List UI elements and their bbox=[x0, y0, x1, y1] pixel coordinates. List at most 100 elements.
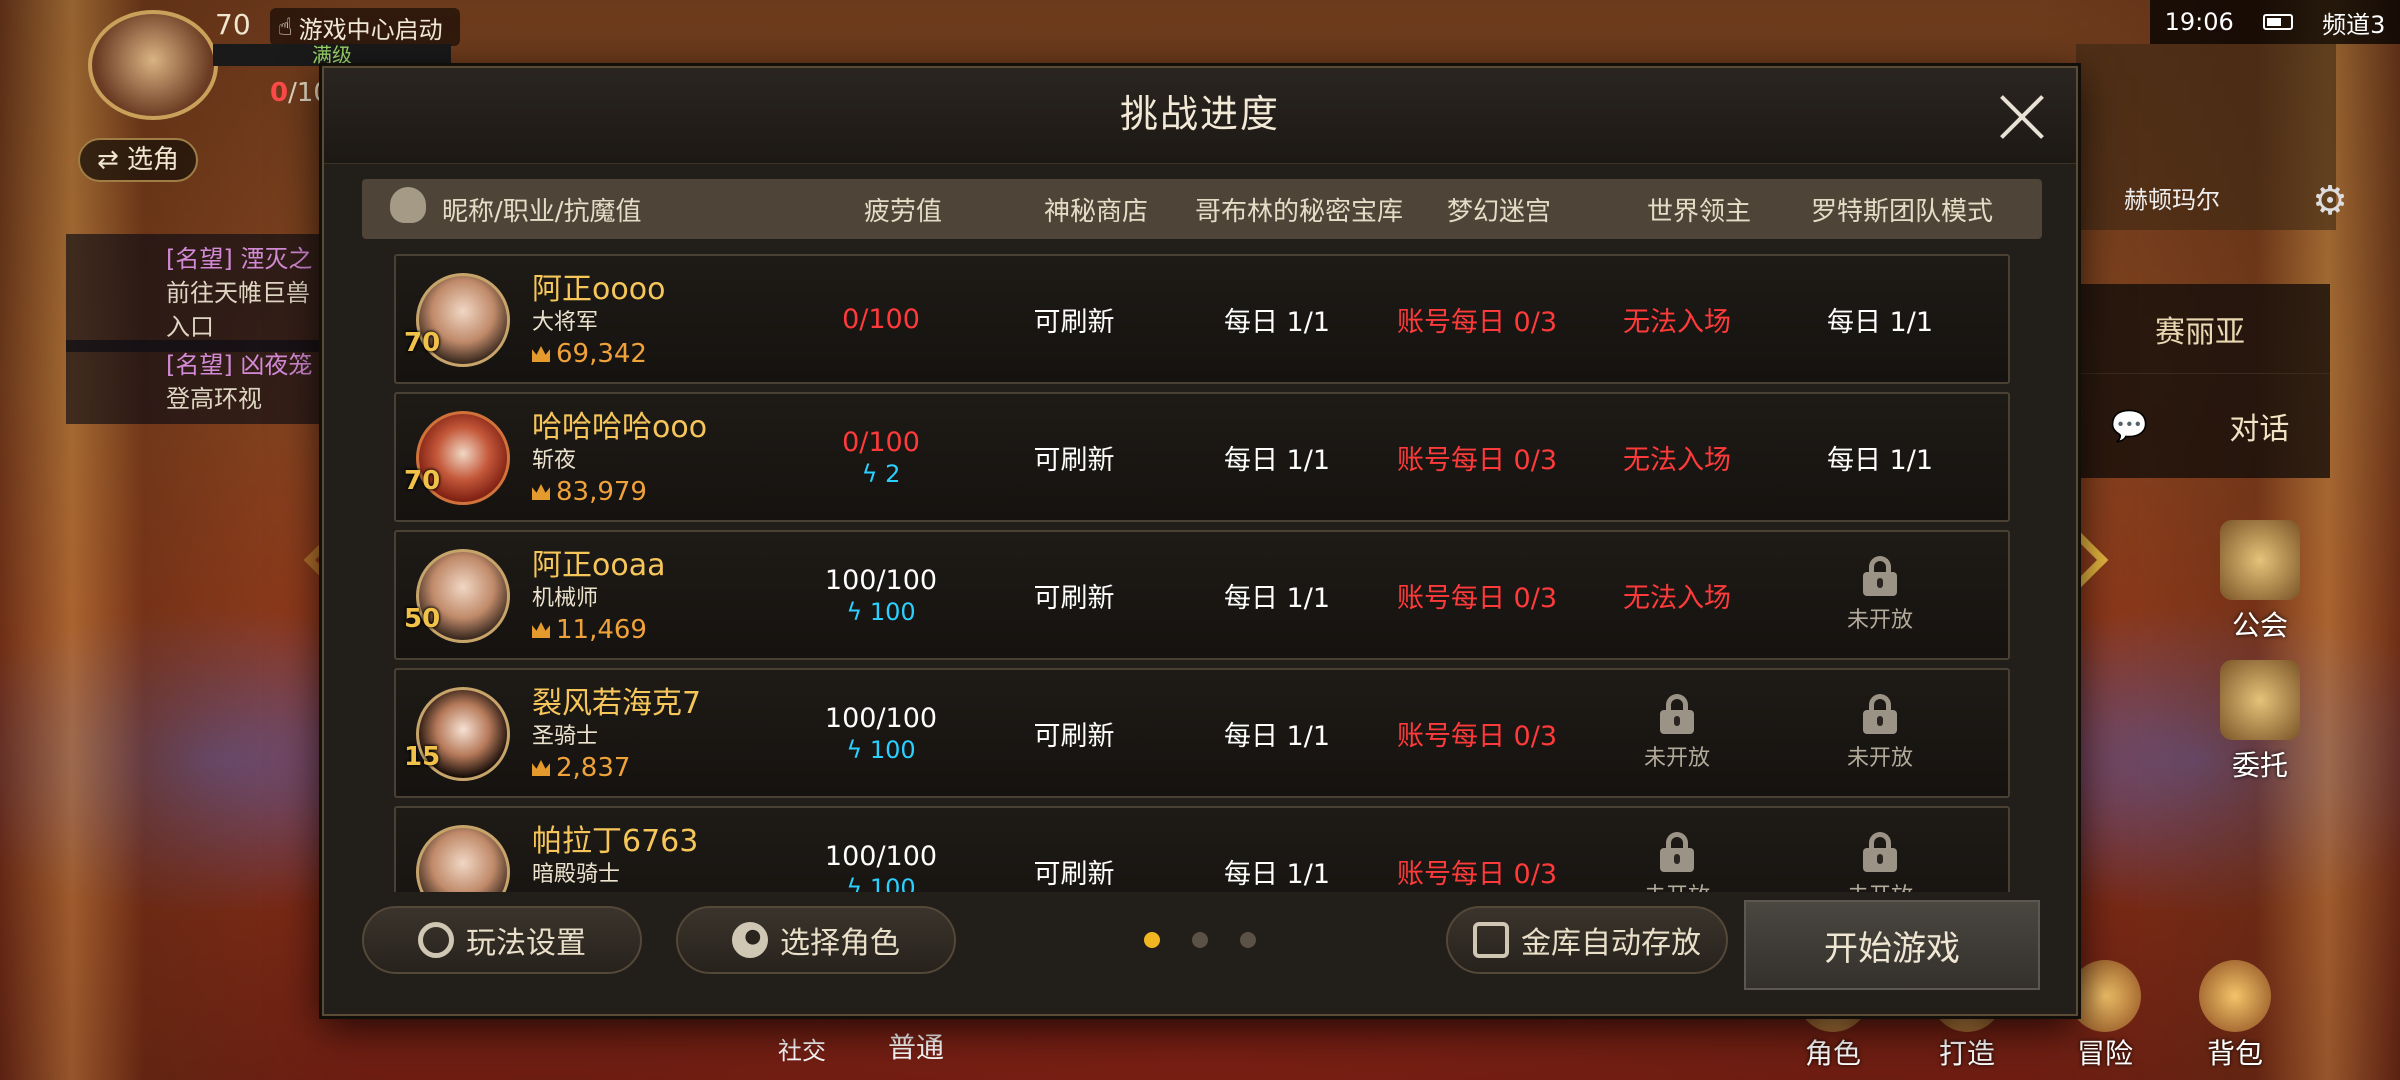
header-name: 昵称/职业/抗魔值 bbox=[362, 186, 808, 228]
quest-item[interactable]: [名望] 湮灭之 前往天帷巨兽入口 bbox=[66, 234, 326, 352]
commission-button[interactable]: 委托 bbox=[2210, 660, 2310, 784]
fatigue-cell: 100/100 ϟ 100 bbox=[786, 532, 976, 658]
fatigue-bonus-value: 100 bbox=[869, 597, 916, 626]
anti-magic-number: 83,979 bbox=[556, 477, 647, 507]
gear-icon bbox=[418, 922, 454, 958]
switch-role-button[interactable]: ⇄ 选角 bbox=[78, 138, 198, 182]
challenge-progress-dialog: 挑战进度 昵称/职业/抗魔值 疲劳值 神秘商店 哥布林的秘密宝库 梦幻迷宫 世界… bbox=[322, 66, 2078, 1016]
status-bar: 19:06 频道3 bbox=[2150, 0, 2400, 44]
bottom-button-label: 背包 bbox=[2206, 1037, 2263, 1070]
shop-cell: 可刷新 bbox=[1033, 306, 1115, 338]
game-center-label: 游戏中心启动 bbox=[298, 15, 443, 44]
adventure-icon bbox=[2069, 960, 2141, 1032]
shop-cell: 可刷新 bbox=[1033, 720, 1115, 752]
table-row[interactable]: 50 阿正ooaa 机械师 11,469 100/100 ϟ 100 可刷新 每… bbox=[394, 530, 2010, 660]
goblin-cell: 每日 1/1 bbox=[1223, 720, 1331, 752]
player-avatar[interactable] bbox=[88, 10, 218, 120]
start-game-button[interactable]: 开始游戏 bbox=[1744, 900, 2040, 990]
close-icon[interactable] bbox=[1998, 92, 2048, 142]
guild-label: 公会 bbox=[2231, 609, 2288, 642]
lord-cell: 无法入场 bbox=[1623, 444, 1731, 476]
npc-talk-button[interactable]: 💬 对话 bbox=[2070, 374, 2330, 478]
quest-title: [名望] 凶夜笼 bbox=[166, 351, 313, 379]
lightning-icon: ϟ bbox=[846, 597, 870, 626]
fatigue-cell: 100/100 ϟ 100 bbox=[786, 808, 976, 893]
maze-cell: 账号每日 0/3 bbox=[1396, 720, 1558, 752]
guild-icon bbox=[2220, 520, 2300, 600]
clock: 19:06 bbox=[2164, 8, 2234, 36]
commission-label: 委托 bbox=[2231, 749, 2288, 782]
header-fatigue: 疲劳值 bbox=[863, 196, 942, 227]
chat-bubble-icon: 💬 bbox=[2110, 408, 2149, 444]
choose-role-label: 选择角色 bbox=[780, 926, 900, 961]
lock-icon bbox=[1660, 694, 1694, 734]
play-settings-button[interactable]: 玩法设置 bbox=[362, 906, 642, 974]
locked-label: 未开放 bbox=[1643, 746, 1710, 771]
bottom-button-label: 冒险 bbox=[2076, 1037, 2133, 1070]
rotes-cell: 未开放 bbox=[1782, 670, 1978, 796]
page-dot[interactable] bbox=[1192, 932, 1208, 948]
lock-icon bbox=[1863, 556, 1897, 596]
battery-icon bbox=[2262, 14, 2293, 30]
quest-subtitle: 登高环视 bbox=[166, 385, 262, 413]
tab-normal[interactable]: 普通 bbox=[888, 1026, 944, 1066]
bottom-button-bag[interactable]: 背包 bbox=[2190, 960, 2280, 1072]
anti-magic-number: 69,342 bbox=[556, 339, 647, 369]
table-header: 昵称/职业/抗魔值 疲劳值 神秘商店 哥布林的秘密宝库 梦幻迷宫 世界领主 罗特… bbox=[362, 179, 2042, 239]
lock-icon bbox=[1863, 694, 1897, 734]
header-lord: 世界领主 bbox=[1646, 196, 1751, 227]
fatigue-cell: 0/100 bbox=[786, 256, 976, 382]
table-row[interactable]: 70 哈哈哈哈ooo 斩夜 83,979 0/100 ϟ 2 可刷新 每日 1/… bbox=[394, 392, 2010, 522]
rotes-cell: 未开放 bbox=[1782, 808, 1978, 892]
character-icon bbox=[732, 922, 768, 958]
hand-icon: ☝ bbox=[278, 13, 293, 41]
shop-cell: 可刷新 bbox=[1033, 582, 1115, 614]
choose-role-button[interactable]: 选择角色 bbox=[676, 906, 956, 974]
vault-auto-deposit-button[interactable]: 金库自动存放 bbox=[1446, 906, 1728, 974]
crown-icon bbox=[532, 760, 550, 776]
lord-cell: 未开放 bbox=[1572, 670, 1782, 796]
maze-cell: 账号每日 0/3 bbox=[1396, 858, 1558, 890]
fatigue-cell: 100/100 ϟ 100 bbox=[786, 670, 976, 796]
anti-magic-number: 11,469 bbox=[556, 615, 647, 645]
table-row[interactable]: 70 阿正oooo 大将军 69,342 0/100 可刷新 每日 1/1 账号… bbox=[394, 254, 2010, 384]
header-maze: 梦幻迷宫 bbox=[1446, 196, 1551, 227]
table-row[interactable]: 帕拉丁6763 暗殿骑士 100/100 ϟ 100 可刷新 每日 1/1 账号… bbox=[394, 806, 2010, 892]
fatigue-cell: 0/100 ϟ 2 bbox=[786, 394, 976, 520]
dialog-footer: 玩法设置 选择角色 金库自动存放 开始游戏 bbox=[324, 888, 2076, 1014]
goblin-cell: 每日 1/1 bbox=[1223, 444, 1331, 476]
level-badge: 15 bbox=[404, 742, 450, 782]
quest-subtitle: 前往天帷巨兽入口 bbox=[166, 279, 310, 341]
lord-cell: 无法入场 bbox=[1623, 582, 1731, 614]
fatigue-value: 0/100 bbox=[842, 426, 920, 458]
fatigue-value: 100/100 bbox=[824, 564, 938, 596]
quest-item[interactable]: [名望] 凶夜笼 登高环视 bbox=[66, 340, 326, 424]
page-dot[interactable] bbox=[1240, 932, 1256, 948]
page-indicator bbox=[1144, 932, 1256, 948]
table-row[interactable]: 15 裂风若海克7 圣骑士 2,837 100/100 ϟ 100 可刷新 每日… bbox=[394, 668, 2010, 798]
tab-social[interactable]: 社交 bbox=[778, 1031, 826, 1066]
character-list[interactable]: 70 阿正oooo 大将军 69,342 0/100 可刷新 每日 1/1 账号… bbox=[394, 254, 2010, 892]
npc-name[interactable]: 赛丽亚 bbox=[2070, 284, 2330, 374]
npc-panel: 赛丽亚 💬 对话 bbox=[2070, 284, 2330, 478]
game-center-launch[interactable]: ☝ 游戏中心启动 bbox=[270, 8, 460, 46]
rotes-cell: 每日 1/1 bbox=[1826, 306, 1934, 338]
lock-icon bbox=[1660, 832, 1694, 872]
exp-bar: 满级 bbox=[213, 44, 451, 66]
page-dot[interactable] bbox=[1144, 932, 1160, 948]
play-settings-label: 玩法设置 bbox=[466, 926, 586, 961]
person-icon bbox=[390, 186, 426, 223]
goblin-cell: 每日 1/1 bbox=[1223, 582, 1331, 614]
vault-auto-deposit-label: 金库自动存放 bbox=[1521, 926, 1701, 961]
fatigue-bonus-value: 100 bbox=[869, 735, 916, 764]
guild-button[interactable]: 公会 bbox=[2210, 520, 2310, 644]
rotes-cell: 未开放 bbox=[1782, 532, 1978, 658]
shop-cell: 可刷新 bbox=[1033, 444, 1115, 476]
fatigue-bonus: ϟ 100 bbox=[846, 736, 915, 764]
player-level: 70 bbox=[215, 8, 251, 41]
gear-icon[interactable]: ⚙ bbox=[2312, 178, 2348, 224]
channel[interactable]: 频道3 bbox=[2322, 5, 2385, 40]
header-rotes: 罗特斯团队模式 bbox=[1810, 196, 1993, 227]
commission-icon bbox=[2220, 660, 2300, 740]
lock-icon bbox=[1863, 832, 1897, 872]
